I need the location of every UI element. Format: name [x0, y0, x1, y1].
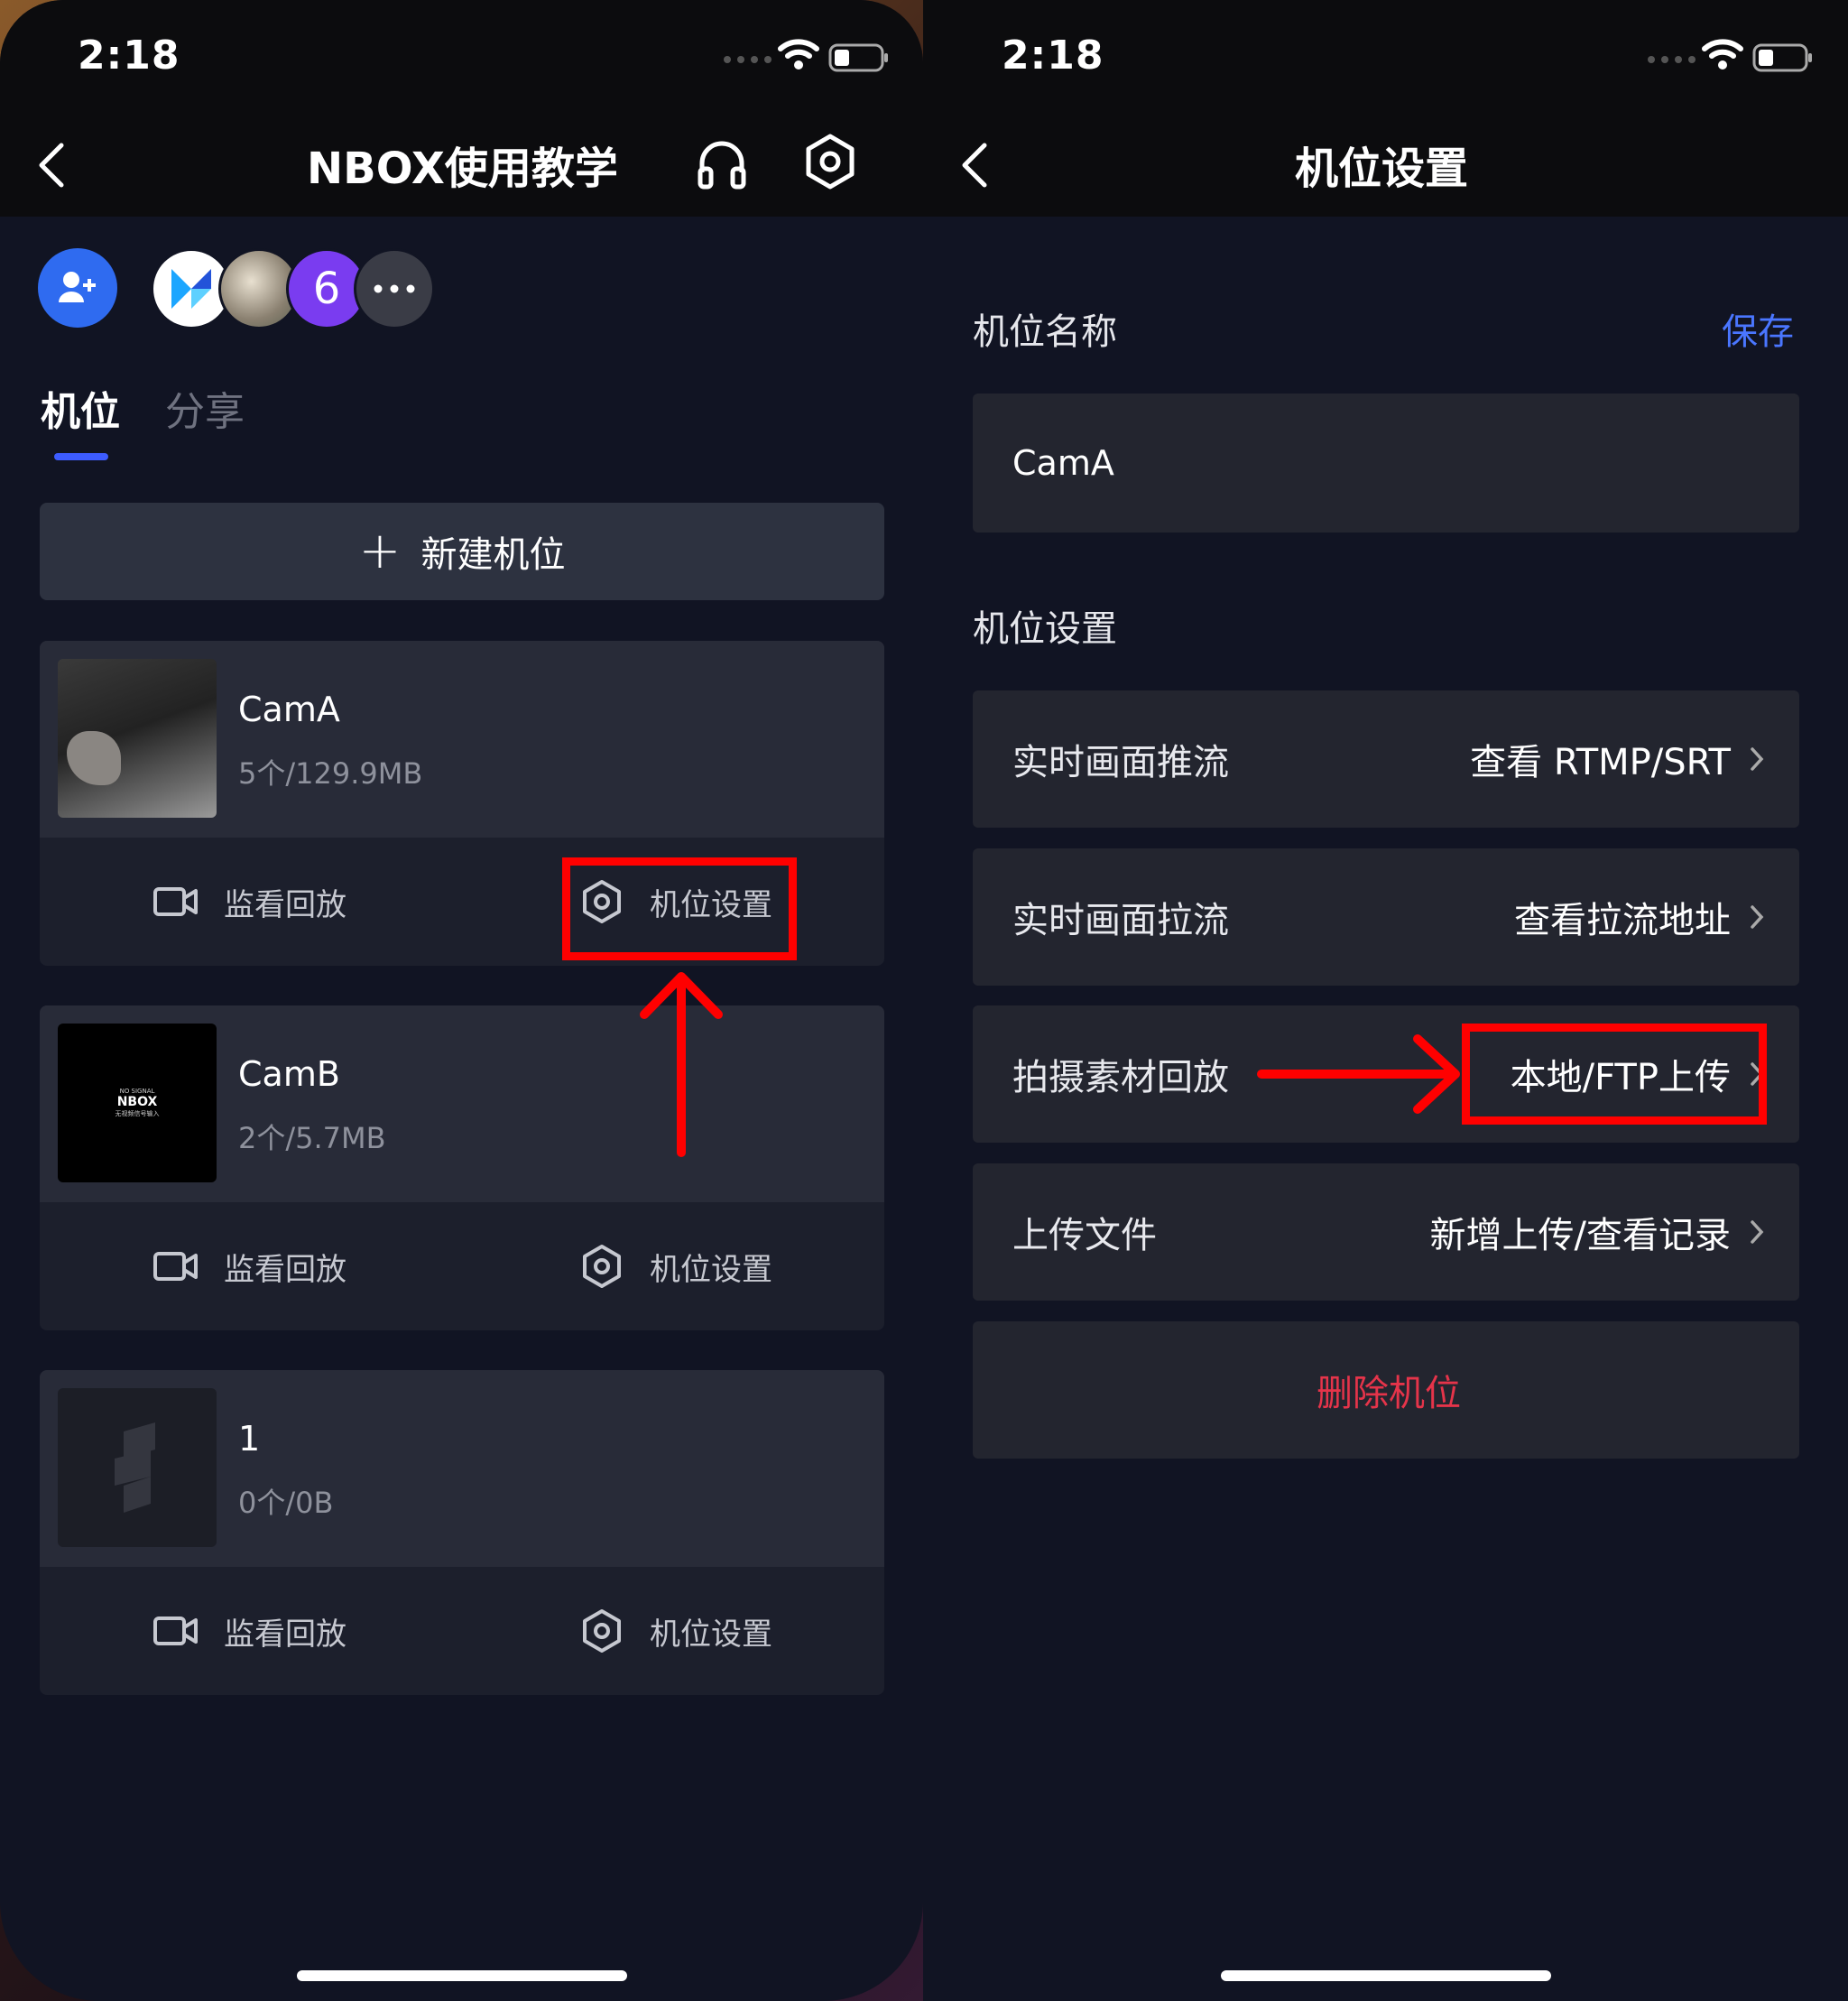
settings-gear-icon[interactable]: [801, 133, 859, 190]
row-value: 新增上传/查看记录: [1429, 1215, 1731, 1256]
position-settings-button[interactable]: 机位设置: [579, 1202, 772, 1330]
wifi-icon: [778, 39, 819, 69]
row-label: 实时画面拉流: [1012, 900, 1229, 941]
row-label: 实时画面推流: [1012, 742, 1229, 783]
status-time: 2:18: [78, 32, 180, 79]
monitor-playback-label: 监看回放: [224, 1251, 346, 1288]
live-push-stream-row[interactable]: 实时画面推流 查看 RTMP/SRT: [973, 690, 1799, 828]
page-title: NBOX使用教学: [307, 144, 618, 194]
live-pull-stream-row[interactable]: 实时画面拉流 查看拉流地址: [973, 848, 1799, 986]
upload-files-row[interactable]: 上传文件 新增上传/查看记录: [973, 1163, 1799, 1301]
annotation-highlight-box: [562, 857, 797, 960]
camera-thumbnail: NO SIGNAL NBOX 无视频信号输入: [58, 1024, 217, 1182]
monitor-playback-button[interactable]: 监看回放: [153, 1202, 346, 1330]
settings-gear-icon: [583, 1609, 621, 1653]
position-settings-button[interactable]: 机位设置: [579, 1567, 772, 1695]
battery-icon: [828, 43, 888, 72]
new-position-button[interactable]: + 新建机位: [40, 503, 884, 600]
right-phone-screen: 2:18 机位设置 机位名称 保存 CamA 机位设置 实时画面推流 查看 RT…: [923, 0, 1848, 2001]
position-settings-label: 机位设置: [650, 1616, 772, 1653]
new-position-label: 新建机位: [420, 534, 566, 576]
placeholder-logo-icon: [115, 1422, 155, 1513]
tab-bar: 机位 分享: [41, 379, 245, 437]
camera-card-1[interactable]: 1 0个/0B 监看回放 机位设置: [40, 1370, 884, 1695]
brand-logo-icon: [171, 269, 211, 309]
wifi-icon: [1702, 39, 1743, 69]
left-phone-screen: 2:18 NBOX使用教学 6 机位 分享 + 新建机位 CamA 5个/129…: [0, 0, 923, 2001]
camera-file-stats: 0个/0B: [238, 1486, 334, 1520]
camera-name: 1: [238, 1419, 261, 1459]
thumb-text: 无视频信号输入: [115, 1110, 160, 1117]
member-avatars[interactable]: 6: [38, 248, 453, 331]
chevron-right-icon: [1751, 1220, 1764, 1244]
position-settings-section-label: 机位设置: [973, 608, 1117, 650]
monitor-playback-label: 监看回放: [224, 886, 346, 923]
camera-file-stats: 5个/129.9MB: [238, 756, 423, 791]
nav-bar: 机位设置: [923, 113, 1848, 217]
position-name-label: 机位名称: [973, 311, 1117, 353]
video-camera-icon: [153, 887, 198, 916]
camera-card-header[interactable]: CamA 5个/129.9MB: [40, 641, 884, 838]
monitor-playback-button[interactable]: 监看回放: [153, 838, 346, 966]
position-name-input[interactable]: CamA: [973, 394, 1799, 533]
headset-icon[interactable]: [695, 136, 749, 190]
status-bar: 2:18: [923, 0, 1848, 113]
camera-file-stats: 2个/5.7MB: [238, 1121, 386, 1155]
position-name-value: CamA: [1012, 443, 1114, 483]
back-arrow-icon[interactable]: [34, 140, 70, 190]
cellular-signal-icon: [724, 56, 772, 63]
delete-position-button[interactable]: 删除机位: [973, 1321, 1799, 1459]
camera-name: CamB: [238, 1054, 340, 1094]
more-members-button[interactable]: [354, 248, 435, 329]
chevron-right-icon: [1751, 905, 1764, 929]
home-indicator[interactable]: [1221, 1970, 1551, 1981]
video-camera-icon: [153, 1252, 198, 1281]
cellular-signal-icon: [1648, 56, 1696, 63]
annotation-up-arrow-icon: [640, 972, 723, 1157]
row-value: 查看拉流地址: [1514, 900, 1731, 941]
delete-position-label: 删除机位: [1317, 1373, 1461, 1414]
home-indicator[interactable]: [297, 1970, 627, 1981]
thumb-text: NO SIGNAL: [119, 1088, 155, 1095]
monitor-playback-label: 监看回放: [224, 1616, 346, 1653]
row-value: 查看 RTMP/SRT: [1470, 742, 1731, 783]
tab-positions[interactable]: 机位: [41, 379, 120, 437]
position-settings-label: 机位设置: [650, 1251, 772, 1288]
row-label: 拍摄素材回放: [1012, 1057, 1229, 1098]
video-camera-icon: [153, 1617, 198, 1645]
annotation-right-arrow-icon: [1257, 1034, 1460, 1114]
active-tab-indicator: [54, 453, 108, 460]
camera-thumbnail: [58, 1388, 217, 1547]
camera-name: CamA: [238, 690, 340, 729]
annotation-highlight-box: [1462, 1024, 1767, 1125]
more-dots-icon: [374, 284, 415, 293]
tab-share[interactable]: 分享: [165, 379, 245, 437]
camera-card-camb[interactable]: NO SIGNAL NBOX 无视频信号输入 CamB 2个/5.7MB 监看回…: [40, 1005, 884, 1330]
status-time: 2:18: [1002, 32, 1104, 79]
add-member-button[interactable]: [38, 248, 117, 328]
camera-thumbnail: [58, 659, 217, 818]
status-bar: 2:18: [0, 0, 923, 113]
camera-card-header[interactable]: 1 0个/0B: [40, 1370, 884, 1567]
page-title: 机位设置: [1295, 144, 1469, 194]
row-label: 上传文件: [1012, 1215, 1157, 1256]
camera-card-header[interactable]: NO SIGNAL NBOX 无视频信号输入 CamB 2个/5.7MB: [40, 1005, 884, 1202]
nav-bar: NBOX使用教学: [0, 113, 923, 217]
chevron-right-icon: [1751, 747, 1764, 771]
back-arrow-icon[interactable]: [957, 140, 993, 190]
save-button[interactable]: 保存: [1722, 302, 1794, 355]
monitor-playback-button[interactable]: 监看回放: [153, 1567, 346, 1695]
battery-icon: [1752, 43, 1812, 72]
add-user-icon: [59, 272, 96, 302]
settings-gear-icon: [583, 1245, 621, 1288]
plus-icon: +: [358, 522, 402, 580]
thumb-logo-text: NBOX: [116, 1095, 158, 1109]
